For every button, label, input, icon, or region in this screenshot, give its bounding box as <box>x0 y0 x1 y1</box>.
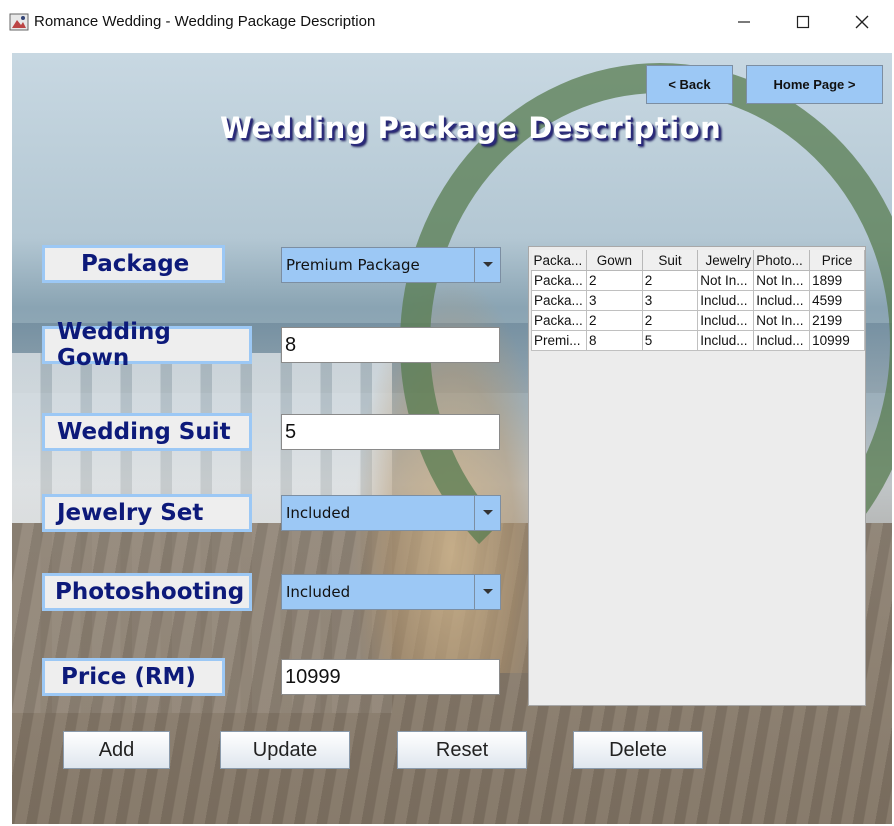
content-panel: Wedding Package Description < Back Home … <box>12 53 892 824</box>
table-cell: Includ... <box>697 290 755 311</box>
update-button[interactable]: Update <box>220 731 350 769</box>
minimize-icon <box>738 21 750 23</box>
table-cell: Not In... <box>697 270 755 291</box>
reset-button[interactable]: Reset <box>397 731 527 769</box>
price-input[interactable]: 10999 <box>281 659 500 695</box>
home-page-button[interactable]: Home Page > <box>746 65 883 104</box>
column-header[interactable]: Suit <box>642 250 699 271</box>
wedding-suit-input[interactable]: 5 <box>281 414 500 450</box>
table-row[interactable]: Packa... 2 2 Includ... Not In... 2199 <box>531 310 865 331</box>
add-button[interactable]: Add <box>63 731 170 769</box>
table-cell: Includ... <box>697 310 755 331</box>
table-cell: Premi... <box>531 330 587 351</box>
column-header[interactable]: Photo... <box>753 250 811 271</box>
table-cell: Includ... <box>697 330 755 351</box>
table-cell: Includ... <box>753 290 811 311</box>
wedding-gown-label: Wedding Gown <box>42 319 252 371</box>
maximize-icon <box>796 15 810 29</box>
column-header[interactable]: Jewelry <box>697 250 755 271</box>
table-cell: 1899 <box>809 270 865 291</box>
title-bar: Romance Wedding - Wedding Package Descri… <box>0 0 894 44</box>
table-cell: Includ... <box>753 330 811 351</box>
table-cell: Not In... <box>753 310 811 331</box>
table-cell: Packa... <box>531 310 587 331</box>
table-cell: 2 <box>641 270 699 291</box>
delete-button[interactable]: Delete <box>573 731 703 769</box>
minimize-button[interactable] <box>730 10 758 34</box>
wedding-app-icon <box>9 13 29 31</box>
table-cell: Not In... <box>753 270 811 291</box>
close-icon <box>855 15 869 29</box>
table-cell: 2199 <box>809 310 865 331</box>
wedding-suit-label: Wedding Suit <box>42 413 252 451</box>
table-row[interactable]: Premi... 8 5 Includ... Includ... 10999 <box>531 330 865 351</box>
table-cell: 2 <box>585 270 643 291</box>
table-cell: 5 <box>641 330 699 351</box>
table-row[interactable]: Packa... 3 3 Includ... Includ... 4599 <box>531 290 865 311</box>
price-label: Price (RM) <box>42 658 225 696</box>
package-label: Package <box>42 245 225 283</box>
table-header-row: Packa... Gown Suit Jewelry Photo... Pric… <box>531 250 865 271</box>
page-title: Wedding Package Description <box>220 111 722 145</box>
table-row[interactable]: Packa... 2 2 Not In... Not In... 1899 <box>531 270 865 291</box>
table-cell: 8 <box>585 330 643 351</box>
photoshooting-select[interactable]: Included <box>281 574 501 610</box>
column-header[interactable]: Packa... <box>531 250 587 271</box>
table-cell: Packa... <box>531 290 587 311</box>
chevron-down-icon[interactable] <box>474 496 500 530</box>
table-cell: 3 <box>585 290 643 311</box>
table-cell: 2 <box>641 310 699 331</box>
table-cell: 10999 <box>809 330 865 351</box>
column-header[interactable]: Price <box>809 250 865 271</box>
package-select[interactable]: Premium Package <box>281 247 501 283</box>
package-select-value: Premium Package <box>286 256 420 274</box>
wedding-gown-input[interactable]: 8 <box>281 327 500 363</box>
table-cell: Packa... <box>531 270 587 291</box>
table-cell: 2 <box>585 310 643 331</box>
window-title: Romance Wedding - Wedding Package Descri… <box>34 13 376 30</box>
photoshooting-label: Photoshooting <box>42 573 252 611</box>
chevron-down-icon[interactable] <box>474 248 500 282</box>
back-button[interactable]: < Back <box>646 65 733 104</box>
close-button[interactable] <box>848 10 876 34</box>
photoshooting-select-value: Included <box>286 583 351 601</box>
table-cell: 3 <box>641 290 699 311</box>
chevron-down-icon[interactable] <box>474 575 500 609</box>
jewelry-set-label: Jewelry Set <box>42 494 252 532</box>
jewelry-set-select[interactable]: Included <box>281 495 501 531</box>
package-table[interactable]: Packa... Gown Suit Jewelry Photo... Pric… <box>531 250 865 351</box>
table-cell: 4599 <box>809 290 865 311</box>
maximize-button[interactable] <box>789 10 817 34</box>
column-header[interactable]: Gown <box>586 250 643 271</box>
jewelry-set-select-value: Included <box>286 504 351 522</box>
package-table-panel[interactable]: Packa... Gown Suit Jewelry Photo... Pric… <box>528 246 866 706</box>
